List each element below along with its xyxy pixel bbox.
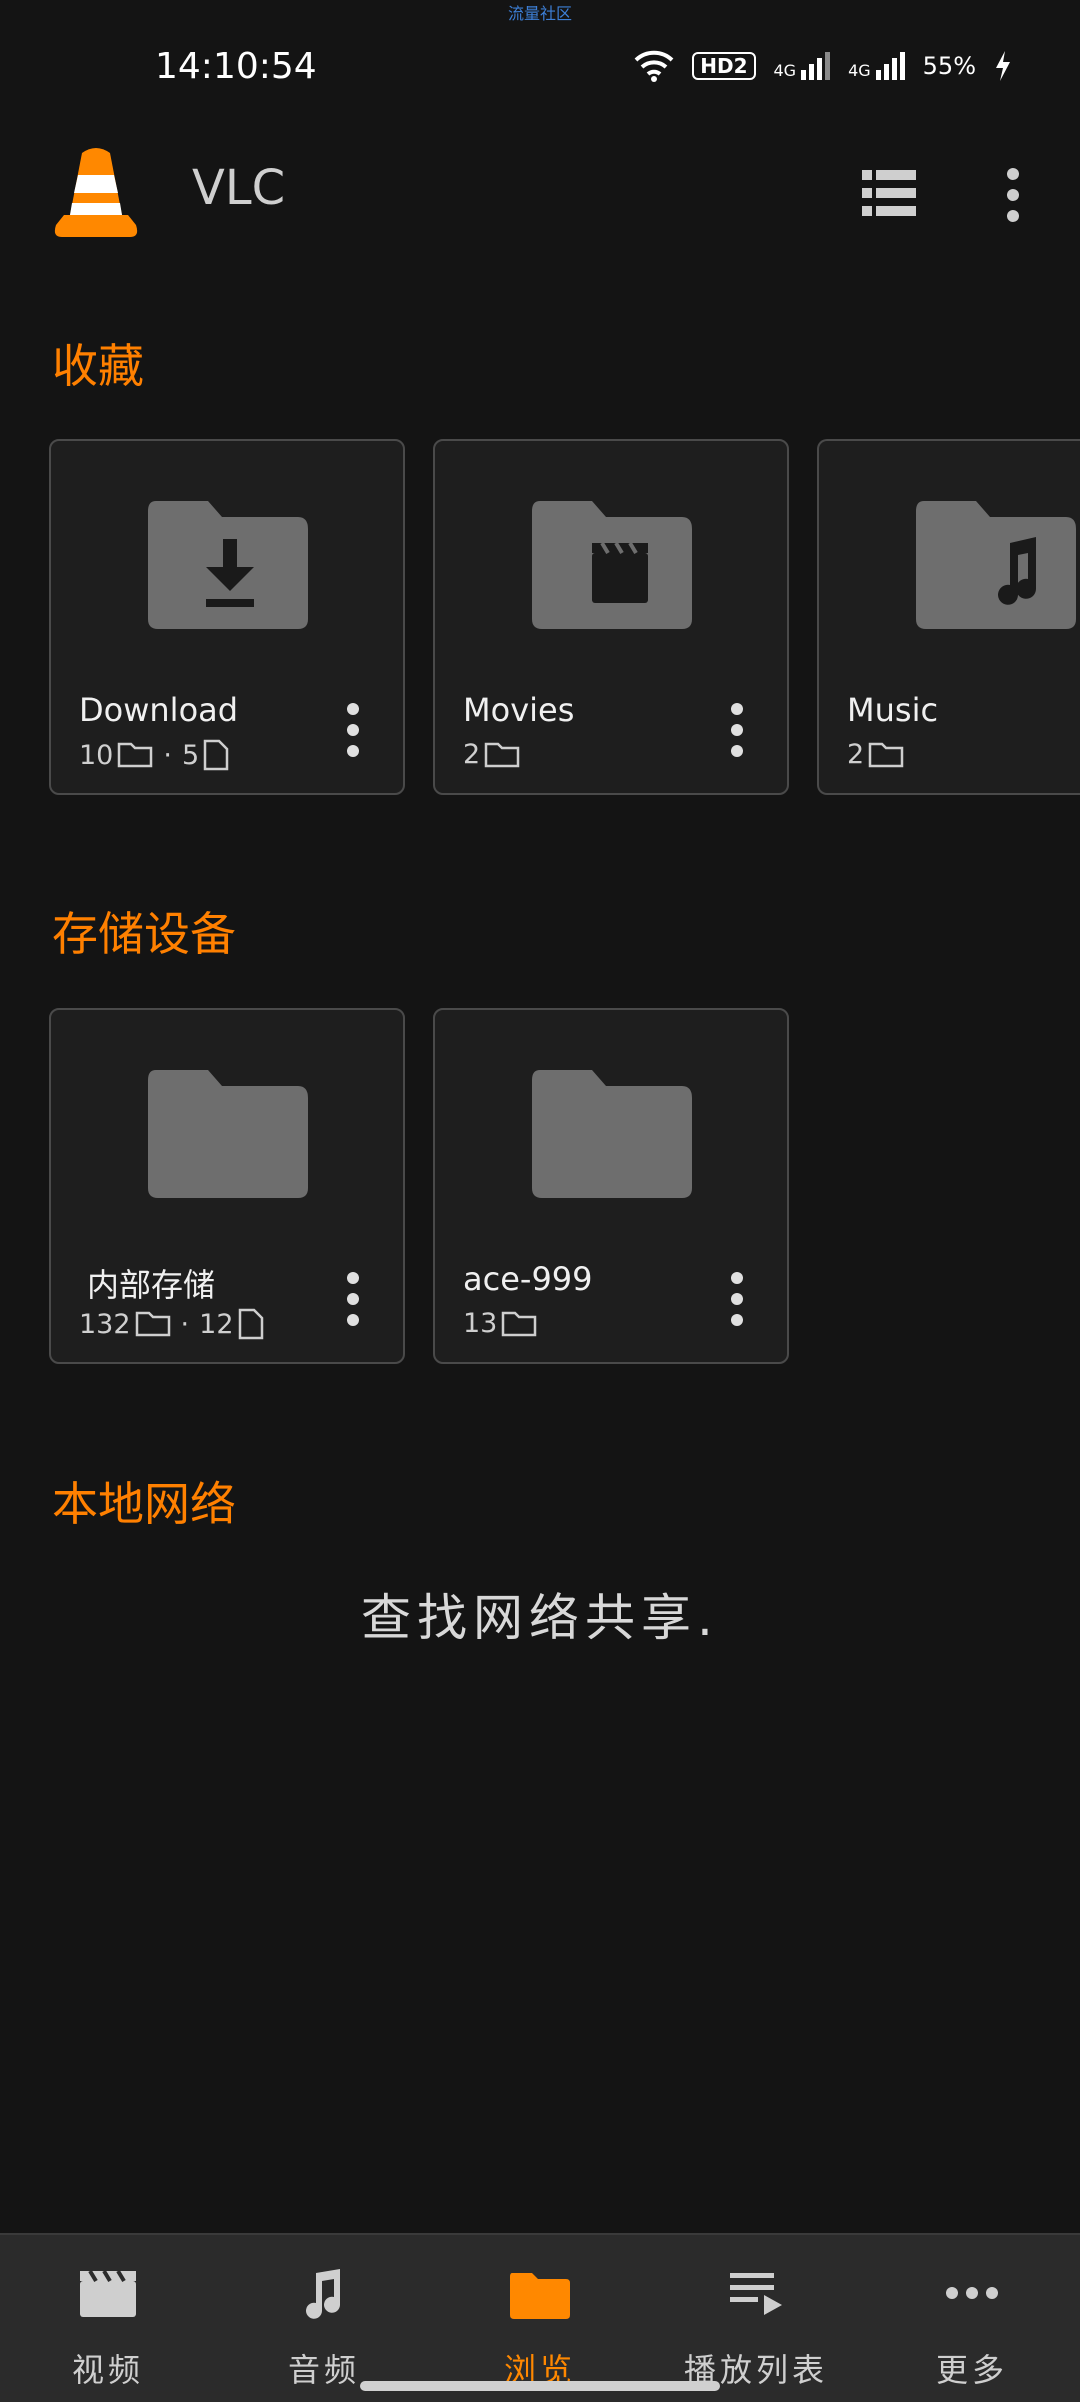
music-folder-icon bbox=[916, 501, 1076, 629]
clapperboard-icon bbox=[80, 2269, 136, 2317]
bottom-navigation: 视频 音频 浏览 播放列表 更多 bbox=[0, 2233, 1080, 2402]
section-title-storage: 存储设备 bbox=[52, 907, 236, 961]
nav-tab-more[interactable]: 更多 bbox=[864, 2235, 1080, 2402]
playlist-icon bbox=[730, 2273, 782, 2315]
wifi-icon bbox=[634, 50, 674, 82]
nav-tab-browse[interactable]: 浏览 bbox=[432, 2235, 648, 2402]
list-view-icon[interactable] bbox=[862, 170, 916, 216]
music-note-icon bbox=[306, 2269, 340, 2319]
separator-dot: · bbox=[180, 1308, 190, 1340]
folder-count: 132 bbox=[79, 1308, 131, 1340]
top-banner-text: 流量社区 bbox=[507, 4, 572, 23]
status-bar: 14:10:54 HD2 4G 4G 55% bbox=[0, 42, 1080, 98]
card-more-icon[interactable] bbox=[727, 703, 747, 757]
overflow-menu-icon[interactable] bbox=[1002, 168, 1024, 222]
folder-icon bbox=[148, 1070, 308, 1198]
nav-tab-video[interactable]: 视频 bbox=[0, 2235, 216, 2402]
network-type-label: 4G bbox=[848, 61, 871, 80]
card-meta: 132 · 12 bbox=[79, 1308, 264, 1340]
folder-icon bbox=[510, 2273, 570, 2319]
card-more-icon[interactable] bbox=[727, 1272, 747, 1326]
status-icons: HD2 4G 4G 55% bbox=[634, 50, 1012, 82]
card-name: Movies bbox=[463, 691, 575, 729]
nav-label: 更多 bbox=[935, 2351, 1008, 2389]
card-meta: 2 bbox=[463, 739, 520, 770]
nav-label: 视频 bbox=[71, 2351, 144, 2389]
section-title-network: 本地网络 bbox=[52, 1477, 236, 1531]
more-horizontal-icon bbox=[946, 2287, 998, 2299]
folder-icon bbox=[532, 1070, 692, 1198]
folder-outline-icon bbox=[135, 1311, 170, 1337]
separator-dot: · bbox=[163, 739, 172, 771]
hd-badge: HD2 bbox=[692, 52, 756, 80]
card-name: 内部存储 bbox=[87, 1266, 216, 1304]
card-meta: 13 bbox=[463, 1308, 537, 1339]
card-name: Download bbox=[79, 691, 239, 729]
folder-outline-icon bbox=[502, 1311, 537, 1336]
nav-tab-audio[interactable]: 音频 bbox=[216, 2235, 432, 2402]
folder-outline-icon bbox=[868, 742, 904, 767]
folder-count: 2 bbox=[463, 739, 481, 770]
storage-card-internal[interactable]: 内部存储 132 · 12 bbox=[49, 1008, 405, 1364]
file-outline-icon bbox=[203, 739, 229, 771]
favorite-card-download[interactable]: Download 10 · 5 bbox=[49, 439, 405, 795]
favorite-card-movies[interactable]: Movies 2 bbox=[433, 439, 789, 795]
folder-outline-icon bbox=[484, 742, 520, 767]
movies-folder-icon bbox=[532, 501, 692, 629]
signal-icon: 4G bbox=[774, 52, 831, 80]
folder-count: 2 bbox=[847, 739, 865, 770]
card-meta: 10 · 5 bbox=[79, 739, 229, 771]
vlc-cone-logo-icon bbox=[54, 148, 138, 237]
app-title: VLC bbox=[192, 160, 286, 216]
card-meta: 2 bbox=[847, 739, 904, 770]
file-count: 5 bbox=[181, 739, 200, 771]
card-name: ace-999 bbox=[463, 1260, 593, 1298]
download-folder-icon bbox=[148, 501, 308, 629]
signal-icon: 4G bbox=[848, 52, 905, 80]
file-count: 12 bbox=[199, 1308, 234, 1340]
network-type-label: 4G bbox=[773, 61, 797, 80]
charging-bolt-icon bbox=[996, 51, 1010, 81]
section-title-favorites: 收藏 bbox=[52, 339, 144, 393]
file-outline-icon bbox=[238, 1308, 263, 1340]
folder-count: 10 bbox=[79, 739, 114, 771]
nav-tab-playlists[interactable]: 播放列表 bbox=[648, 2235, 864, 2402]
favorite-card-music[interactable]: Music 2 bbox=[817, 439, 1080, 795]
status-time: 14:10:54 bbox=[155, 46, 317, 87]
folder-outline-icon bbox=[118, 742, 153, 768]
home-indicator[interactable] bbox=[360, 2381, 720, 2391]
card-more-icon[interactable] bbox=[343, 703, 363, 757]
storage-card-sdcard[interactable]: ace-999 13 bbox=[433, 1008, 789, 1364]
folder-count: 13 bbox=[463, 1308, 498, 1339]
card-more-icon[interactable] bbox=[343, 1272, 363, 1326]
network-search-message: 查找网络共享. bbox=[361, 1589, 719, 1647]
card-name: Music bbox=[847, 691, 939, 729]
battery-level: 55% bbox=[922, 52, 976, 80]
